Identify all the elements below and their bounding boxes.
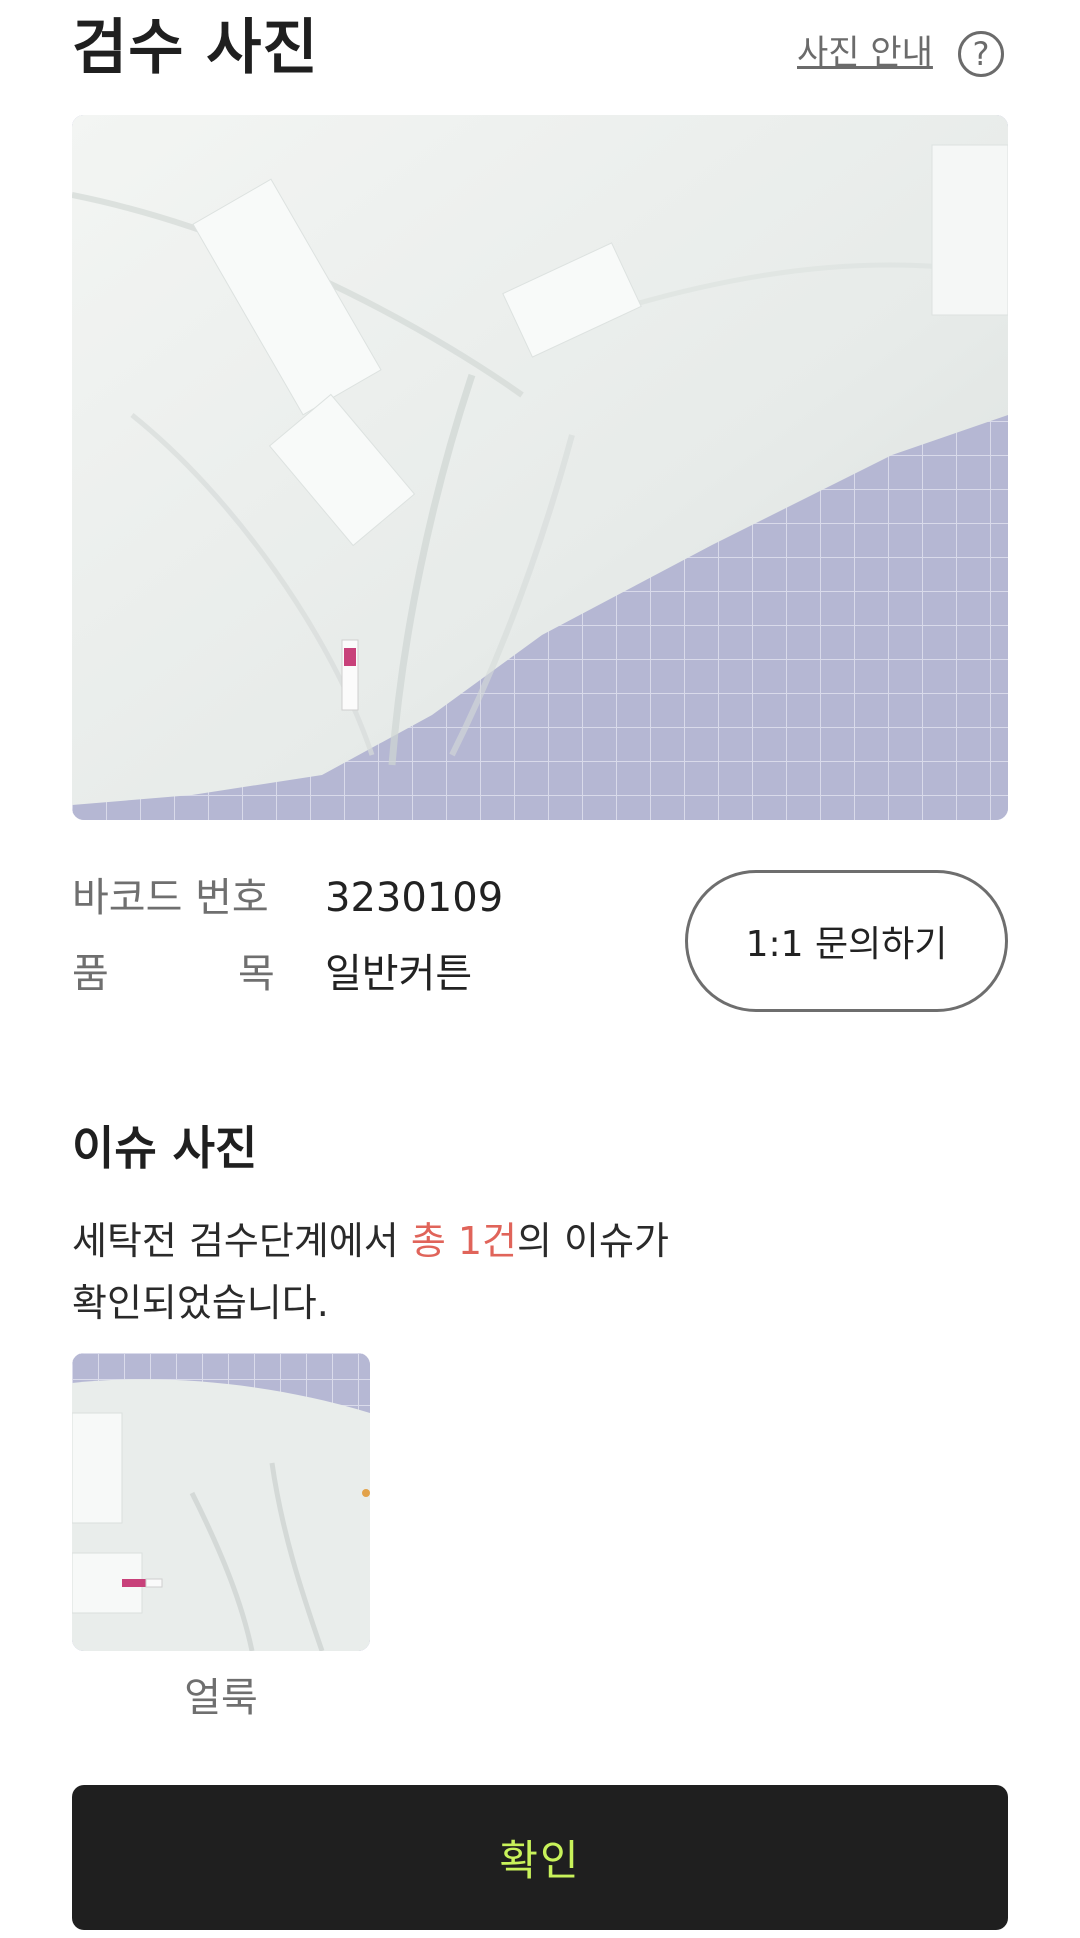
item-label-last: 목 <box>238 951 275 997</box>
page-title: 검수 사진 <box>72 13 319 83</box>
issue-desc-line2: 확인되었습니다. <box>72 1281 329 1325</box>
issue-count-prefix: 총 <box>410 1219 458 1263</box>
inquiry-button[interactable]: 1:1 문의하기 <box>685 870 1008 1012</box>
issue-count: 1건 <box>457 1219 517 1263</box>
issue-thumbnail[interactable] <box>72 1353 370 1651</box>
item-label-first: 품 <box>72 951 109 997</box>
issue-photo-icon <box>72 1353 370 1651</box>
garment-photo-icon <box>72 115 1008 820</box>
issue-section-title: 이슈 사진 <box>72 1121 258 1175</box>
photo-guide-link[interactable]: 사진 안내 <box>797 28 933 78</box>
barcode-value: 3230109 <box>325 875 504 921</box>
issue-desc-prefix: 세탁전 검수단계에서 <box>72 1219 411 1263</box>
confirm-button[interactable]: 확인 <box>72 1785 1008 1930</box>
issue-desc-suffix: 의 이슈가 <box>517 1219 669 1263</box>
help-icon-glyph: ? <box>972 35 990 73</box>
issue-description: 세탁전 검수단계에서 총 1건의 이슈가 확인되었습니다. <box>72 1210 752 1334</box>
item-value: 일반커튼 <box>325 951 473 997</box>
issue-caption: 얼룩 <box>184 1675 258 1721</box>
help-icon[interactable]: ? <box>958 31 1004 77</box>
inspection-photo[interactable] <box>72 115 1008 820</box>
barcode-label: 바코드 번호 <box>72 875 269 921</box>
